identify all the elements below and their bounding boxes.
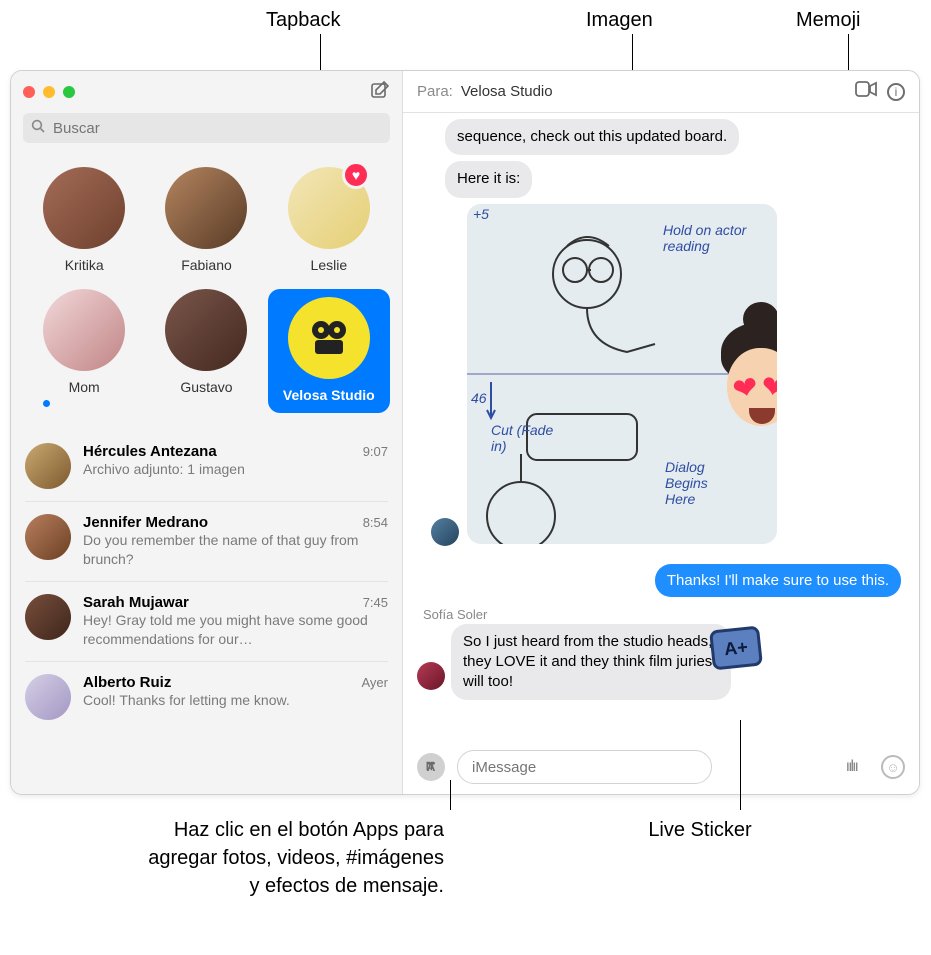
conversation-pane: Para: Velosa Studio i sequence, check ou… — [403, 71, 919, 794]
pinned-velosa-studio[interactable]: Velosa Studio — [268, 289, 390, 413]
image-note: 46 — [471, 390, 487, 406]
avatar — [165, 289, 247, 371]
list-item[interactable]: Sarah Mujawar 7:45 Hey! Gray told me you… — [25, 582, 388, 662]
info-icon[interactable]: i — [887, 83, 905, 101]
tapback-heart-icon: ♥ — [342, 161, 370, 189]
to-value: Velosa Studio — [461, 83, 553, 100]
avatar — [25, 514, 71, 560]
compose-icon[interactable] — [370, 80, 390, 105]
callout-memoji: Memoji — [796, 6, 860, 34]
pinned-leslie[interactable]: ♥ Leslie — [268, 167, 390, 273]
avatar — [43, 289, 125, 371]
chat-scroll[interactable]: sequence, check out this updated board. … — [403, 113, 919, 740]
pinned-mom[interactable]: Mom — [23, 289, 145, 413]
callout-apps: Haz clic en el botón Apps para agregar f… — [134, 816, 444, 900]
message-input-wrap: ıılıı — [457, 750, 869, 784]
audio-record-icon[interactable]: ıılıı — [846, 758, 857, 776]
pinned-gustavo[interactable]: Gustavo — [145, 289, 267, 413]
conversation-list: Hércules Antezana 9:07 Archivo adjunto: … — [11, 431, 402, 794]
callout-live-sticker: Live Sticker — [600, 816, 800, 844]
avatar — [25, 443, 71, 489]
conversation-header: Para: Velosa Studio i — [403, 71, 919, 113]
image-note: Hold on actor reading — [663, 222, 763, 256]
conversation-time: 7:45 — [363, 595, 388, 610]
conversation-preview: Hey! Gray told me you might have some go… — [83, 611, 388, 649]
pin-label: Fabiano — [181, 257, 232, 273]
conversation-preview: Cool! Thanks for letting me know. — [83, 691, 388, 710]
emoji-picker-icon[interactable]: ☺ — [881, 755, 905, 779]
titlebar — [11, 71, 402, 113]
conversation-name: Alberto Ruiz — [83, 674, 171, 691]
pin-label: Velosa Studio — [283, 387, 375, 403]
svg-text:A: A — [427, 760, 436, 774]
avatar — [165, 167, 247, 249]
image-note: Dialog Begins Here — [665, 459, 737, 507]
callout-leader — [450, 780, 451, 810]
pinned-kritika[interactable]: Kritika — [23, 167, 145, 273]
sender-name-label: Sofía Soler — [423, 607, 905, 622]
avatar — [25, 594, 71, 640]
image-note: Cut (Fade in) — [491, 422, 561, 454]
pinned-fabiano[interactable]: Fabiano — [145, 167, 267, 273]
conversation-time: 8:54 — [363, 515, 388, 530]
pin-label: Leslie — [311, 257, 348, 273]
conversation-name: Sarah Mujawar — [83, 594, 189, 611]
list-item[interactable]: Alberto Ruiz Ayer Cool! Thanks for letti… — [25, 662, 388, 732]
avatar — [288, 297, 370, 379]
conversation-time: Ayer — [362, 675, 389, 690]
message-input[interactable] — [457, 750, 712, 784]
zoom-button[interactable] — [63, 86, 75, 98]
pin-label: Gustavo — [180, 379, 232, 395]
incoming-message: So I just heard from the studio heads, t… — [451, 624, 731, 701]
conversation-name: Jennifer Medrano — [83, 514, 208, 531]
conversation-preview: Do you remember the name of that guy fro… — [83, 531, 388, 569]
pinned-grid: Kritika Fabiano ♥ Leslie Mom Gustavo — [11, 153, 402, 431]
minimize-button[interactable] — [43, 86, 55, 98]
sender-avatar — [431, 518, 459, 546]
search-input[interactable] — [23, 113, 390, 143]
sidebar: Kritika Fabiano ♥ Leslie Mom Gustavo — [11, 71, 403, 794]
memoji-sticker: ❤ ❤ — [701, 322, 777, 452]
conversation-preview: Archivo adjunto: 1 imagen — [83, 460, 388, 479]
live-sticker[interactable]: A+ — [709, 625, 763, 670]
incoming-message: Here it is: — [445, 161, 532, 197]
callout-leader — [740, 720, 741, 810]
incoming-message: sequence, check out this updated board. — [445, 119, 739, 155]
pin-label: Mom — [69, 379, 100, 395]
callout-tapback: Tapback — [266, 6, 341, 34]
avatar — [43, 167, 125, 249]
apps-button[interactable]: A — [417, 753, 445, 781]
to-label: Para: — [417, 83, 453, 100]
callout-imagen: Imagen — [586, 6, 653, 34]
traffic-lights — [23, 86, 75, 98]
avatar — [25, 674, 71, 720]
conversation-time: 9:07 — [363, 444, 388, 459]
close-button[interactable] — [23, 86, 35, 98]
image-attachment[interactable]: +5 Hold on actor reading 46 Cut (Fade in… — [467, 204, 777, 544]
list-item[interactable]: Hércules Antezana 9:07 Archivo adjunto: … — [25, 431, 388, 502]
search-wrap — [11, 113, 402, 153]
image-note: +5 — [473, 206, 489, 222]
compose-bar: A ıılıı ☺ — [403, 740, 919, 794]
conversation-name: Hércules Antezana — [83, 443, 217, 460]
pin-label: Kritika — [65, 257, 104, 273]
search-icon — [31, 119, 45, 138]
facetime-icon[interactable] — [853, 81, 879, 102]
unread-dot-icon — [41, 398, 52, 409]
outgoing-message: Thanks! I'll make sure to use this. — [655, 564, 901, 597]
messages-window: Kritika Fabiano ♥ Leslie Mom Gustavo — [10, 70, 920, 795]
sender-avatar — [417, 662, 445, 690]
list-item[interactable]: Jennifer Medrano 8:54 Do you remember th… — [25, 502, 388, 582]
